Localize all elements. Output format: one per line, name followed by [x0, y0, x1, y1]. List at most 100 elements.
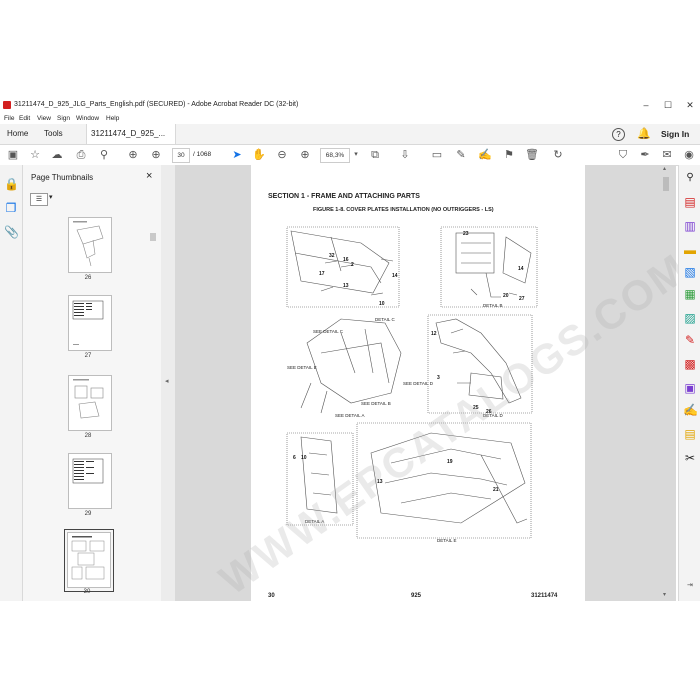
callout-14: 14 — [392, 273, 398, 279]
panel-scrollbar-thumb[interactable] — [150, 233, 156, 241]
label-see-detail-d: SEE DETAIL D — [403, 381, 434, 386]
page-number-input[interactable]: 30 — [172, 148, 190, 163]
prepare-form-icon[interactable]: ▣ — [683, 381, 697, 395]
select-cursor-icon[interactable]: ➤ — [230, 148, 244, 162]
page-thumbnails-panel: Page Thumbnails × ☰ ▾ 26 27 28 29 30 — [23, 165, 162, 601]
sign-icon[interactable]: ✒ — [638, 148, 652, 162]
fill-sign-icon[interactable]: ✎ — [683, 333, 697, 347]
callout-14b: 14 — [518, 266, 524, 272]
callout-20: 20 — [503, 293, 509, 299]
delete-icon[interactable]: 🗑 — [525, 148, 539, 162]
attachments-paperclip-icon[interactable]: 📎 — [4, 225, 19, 239]
export-pdf-icon[interactable]: ▧ — [683, 265, 697, 279]
label-detail-b: DETAIL B — [483, 303, 503, 308]
request-signature-icon[interactable]: ✍ — [683, 403, 698, 417]
zoom-dropdown-chevron-icon[interactable]: ▾ — [349, 148, 363, 162]
close-window-button[interactable]: ✕ — [680, 97, 700, 113]
menu-view[interactable]: View — [37, 113, 51, 124]
minimize-button[interactable]: – — [636, 97, 656, 113]
stamp-icon[interactable]: ⚑ — [502, 148, 516, 162]
send-track-icon[interactable]: ▤ — [683, 427, 697, 441]
tab-home[interactable]: Home — [7, 124, 28, 144]
combine-files-icon[interactable]: ▩ — [683, 357, 697, 371]
page-thumbnails-icon[interactable]: ❐ — [4, 201, 18, 215]
zoom-out-icon[interactable]: ⊖ — [275, 148, 289, 162]
create-pdf-icon[interactable]: ▤ — [683, 195, 697, 209]
comment-icon[interactable]: ▭ — [430, 148, 444, 162]
thumbnail-label-27: 27 — [84, 353, 92, 359]
account-icon[interactable]: ◉ — [682, 148, 696, 162]
next-page-icon[interactable]: ⊕ — [149, 148, 163, 162]
menu-help[interactable]: Help — [106, 113, 119, 124]
draw-icon[interactable]: ✍ — [478, 148, 492, 162]
left-nav-rail: 🔒 ❐ 📎 — [0, 165, 23, 601]
right-tools-rail: ⚲ ▤ ▥ ▬ ▧ ▦ ▨ ✎ ▩ ▣ ✍ ▤ ✂ ⇥ — [678, 165, 700, 601]
callout-13: 13 — [343, 283, 349, 289]
callout-32: 32 — [329, 253, 335, 259]
footer-part-number: 31211474 — [531, 593, 558, 599]
expand-rail-arrow-icon[interactable]: ⇥ — [687, 581, 693, 589]
label-detail-c: DETAIL C — [375, 317, 395, 322]
title-bar: 31211474_D_925_JLG_Parts_English.pdf (SE… — [0, 97, 700, 113]
comment-tool-icon[interactable]: ▬ — [683, 243, 697, 257]
options-chevron-icon[interactable]: ▾ — [49, 193, 53, 201]
scroll-mode-icon[interactable]: ⇩ — [398, 148, 412, 162]
save-icon[interactable]: ▣ — [6, 148, 20, 162]
share-mail-icon[interactable]: ✉ — [660, 148, 674, 162]
organize-pages-icon[interactable]: ▦ — [683, 287, 697, 301]
tab-document[interactable]: 31211474_D_925_... × — [86, 124, 176, 158]
search-icon[interactable]: ⚲ — [683, 171, 697, 185]
print-icon[interactable]: ⎙ — [74, 148, 88, 162]
hand-tool-icon[interactable]: ✋ — [252, 148, 266, 162]
sign-in-button[interactable]: Sign In — [661, 124, 689, 144]
thumbnail-page-28[interactable] — [68, 375, 112, 431]
document-scrollbar-thumb[interactable] — [663, 177, 669, 191]
help-icon[interactable]: ? — [612, 128, 625, 141]
protect-icon[interactable]: ⛉ — [616, 148, 630, 162]
zoom-in-icon[interactable]: ⊕ — [298, 148, 312, 162]
thumbnail-label-28: 28 — [84, 433, 92, 439]
zoom-level-select[interactable]: 68,3% — [320, 148, 350, 163]
callout-16: 16 — [343, 257, 349, 263]
lock-icon[interactable]: 🔒 — [4, 177, 19, 191]
menu-sign[interactable]: Sign — [57, 113, 70, 124]
label-see-detail-a: SEE DETAIL A — [335, 413, 365, 418]
thumbnail-page-26[interactable] — [68, 217, 112, 273]
footer-model: 925 — [411, 593, 422, 599]
toolbar: ▣ ☆ ☁ ⎙ ⚲ ⊕ ⊕ 30 / 1068 ➤ ✋ ⊖ ⊕ 68,3% ▾ … — [0, 145, 700, 166]
panel-close-icon[interactable]: × — [146, 170, 152, 182]
thumbnail-page-30[interactable] — [67, 532, 111, 588]
callout-10: 10 — [379, 301, 385, 307]
tab-tools[interactable]: Tools — [44, 124, 63, 144]
label-detail-e: DETAIL E — [437, 538, 457, 543]
menu-edit[interactable]: Edit — [19, 113, 30, 124]
callout-23: 23 — [463, 231, 469, 237]
bookmark-star-icon[interactable]: ☆ — [28, 148, 42, 162]
upload-cloud-icon[interactable]: ☁ — [50, 148, 64, 162]
thumbnail-label-26: 26 — [84, 275, 92, 281]
page-total: / 1068 — [193, 151, 212, 158]
document-viewport: SECTION 1 - FRAME AND ATTACHING PARTS FI… — [175, 165, 696, 604]
menu-window[interactable]: Window — [76, 113, 99, 124]
more-tools-icon[interactable]: ✂ — [683, 451, 697, 465]
previous-page-icon[interactable]: ⊕ — [126, 148, 140, 162]
scan-ocr-icon[interactable]: ▨ — [683, 311, 697, 325]
page-fit-icon[interactable]: ⧉ — [368, 148, 382, 162]
callout-19: 19 — [447, 459, 453, 465]
maximize-button[interactable]: ☐ — [658, 97, 678, 113]
collapse-panel-arrow-icon[interactable]: ◂ — [165, 377, 169, 385]
search-icon[interactable]: ⚲ — [97, 148, 111, 162]
notifications-icon[interactable]: 🔔 — [637, 127, 651, 140]
scroll-up-arrow-icon[interactable]: ▴ — [663, 165, 666, 172]
thumbnail-page-27[interactable] — [68, 295, 112, 351]
menu-file[interactable]: File — [4, 113, 14, 124]
rotate-icon[interactable]: ↻ — [551, 148, 565, 162]
pdf-page: SECTION 1 - FRAME AND ATTACHING PARTS FI… — [211, 165, 696, 604]
label-see-detail-e: SEE DETAIL E — [287, 365, 317, 370]
edit-pdf-icon[interactable]: ▥ — [683, 219, 697, 233]
highlight-pen-icon[interactable]: ✎ — [454, 148, 468, 162]
thumbnail-page-29[interactable] — [68, 453, 112, 509]
thumbnail-label-29: 29 — [84, 511, 92, 517]
thumbnail-options-icon[interactable]: ☰ — [30, 193, 48, 206]
scroll-down-arrow-icon[interactable]: ▾ — [663, 591, 666, 598]
